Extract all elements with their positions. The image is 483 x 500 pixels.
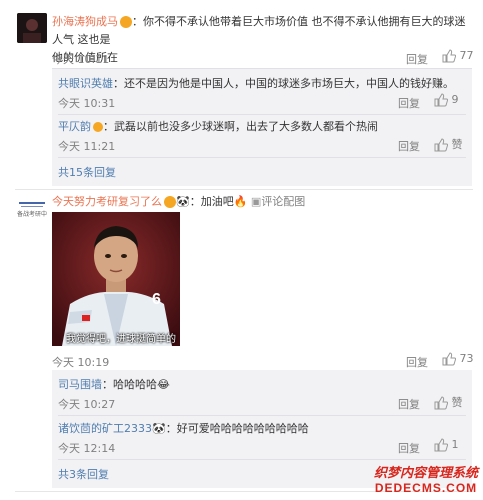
avatar[interactable] <box>17 13 47 43</box>
reply-button[interactable]: 回复 <box>398 95 420 111</box>
reply-button[interactable]: 回复 <box>398 138 420 154</box>
comment-text: 今天努力考研复习了么 🐼：加油吧🔥 ▣评论配图 <box>52 194 305 210</box>
more-replies-link[interactable]: 共15条回复 <box>58 164 116 180</box>
like-button[interactable]: 9 <box>434 93 459 107</box>
comment-username[interactable]: 孙海涛狗成马 <box>52 15 118 28</box>
like-count: 77 <box>459 49 474 62</box>
watermark: 织梦内容管理系统 DEDECMS.COM <box>372 462 480 495</box>
like-button[interactable]: 赞 <box>434 394 463 410</box>
comment-username[interactable]: 今天努力考研复习了么 <box>52 195 162 208</box>
like-button[interactable]: 73 <box>442 352 474 366</box>
member-badge-icon <box>93 122 103 132</box>
like-label: 赞 <box>451 138 463 151</box>
reply-body: ：武磊以前也没多少球迷啊，出去了大多数人都看个热闹 <box>103 120 378 133</box>
member-badge-icon <box>120 16 132 28</box>
member-badge-icon <box>164 196 176 208</box>
reply-item: 共眼识英雄：还不是因为他是中国人，中国的球迷多市场巨大，中国人的钱好赚。 <box>58 76 454 92</box>
watermark-title: 织梦内容管理系统 <box>373 465 478 480</box>
reply-body: ：好可爱哈哈哈哈哈哈哈哈哈 <box>165 422 309 435</box>
thumbs-up-icon <box>442 49 456 63</box>
svg-text:6: 6 <box>152 291 161 308</box>
laughing-emoji-icon: 😂 <box>157 378 170 391</box>
reply-button[interactable]: 回复 <box>398 440 420 456</box>
fire-emoji-icon: 🔥 <box>233 195 248 208</box>
reply-time: 今天 12:14 <box>58 442 116 455</box>
reply-username[interactable]: 共眼识英雄 <box>58 77 113 90</box>
like-button[interactable]: 赞 <box>434 136 463 152</box>
thumbs-up-icon <box>434 93 448 107</box>
like-count: 73 <box>459 352 474 365</box>
comment-time: 今天 10:19 <box>52 356 110 369</box>
like-count: 1 <box>451 438 459 451</box>
more-replies-link[interactable]: 共3条回复 <box>58 466 109 482</box>
like-label: 赞 <box>451 396 463 409</box>
thumbs-up-icon <box>442 352 456 366</box>
comment-body: ：加油吧 <box>189 195 234 208</box>
reply-button[interactable]: 回复 <box>406 51 428 67</box>
thumbs-up-icon <box>434 138 448 152</box>
like-count: 9 <box>451 93 459 106</box>
reply-time: 今天 10:27 <box>58 398 116 411</box>
comment-image[interactable]: 6 <box>52 212 180 346</box>
reply-item: 司马围墙：哈哈哈哈😂 <box>58 377 170 393</box>
reply-time: 今天 11:21 <box>58 140 116 153</box>
reply-item: 平仄韵 ：武磊以前也没多少球迷啊，出去了大多数人都看个热闹 <box>58 119 378 135</box>
comment-image-link[interactable]: 评论配图 <box>261 195 305 208</box>
like-button[interactable]: 77 <box>442 49 474 63</box>
avatar-caption: 备战考研中 <box>17 211 48 218</box>
thumbs-up-icon <box>434 396 448 410</box>
watermark-domain: DEDECMS.COM <box>374 481 478 495</box>
reply-button[interactable]: 回复 <box>398 396 420 412</box>
thumbs-up-icon <box>434 438 448 452</box>
image-caption: 我觉得吧，进球挺简单的 <box>66 334 176 345</box>
like-button[interactable]: 1 <box>434 438 459 452</box>
panda-emoji-icon: 🐼 <box>152 422 166 435</box>
reply-time: 今天 10:31 <box>58 97 116 110</box>
reply-body: ：哈哈哈哈 <box>102 378 157 391</box>
reply-username[interactable]: 平仄韵 <box>58 120 91 133</box>
reply-body: ：还不是因为他是中国人，中国的球迷多市场巨大，中国人的钱好赚。 <box>113 77 454 90</box>
image-icon: ▣ <box>250 195 262 208</box>
reply-item: 诸饮茴的矿工2333🐼：好可爱哈哈哈哈哈哈哈哈哈 <box>58 421 309 437</box>
reply-username[interactable]: 司马围墙 <box>58 378 102 391</box>
reply-username[interactable]: 诸饮茴的矿工2333 <box>58 422 152 435</box>
comment-time: 今天 10:11 <box>52 53 110 66</box>
panda-emoji-icon: 🐼 <box>176 195 190 208</box>
reply-button[interactable]: 回复 <box>406 354 428 370</box>
